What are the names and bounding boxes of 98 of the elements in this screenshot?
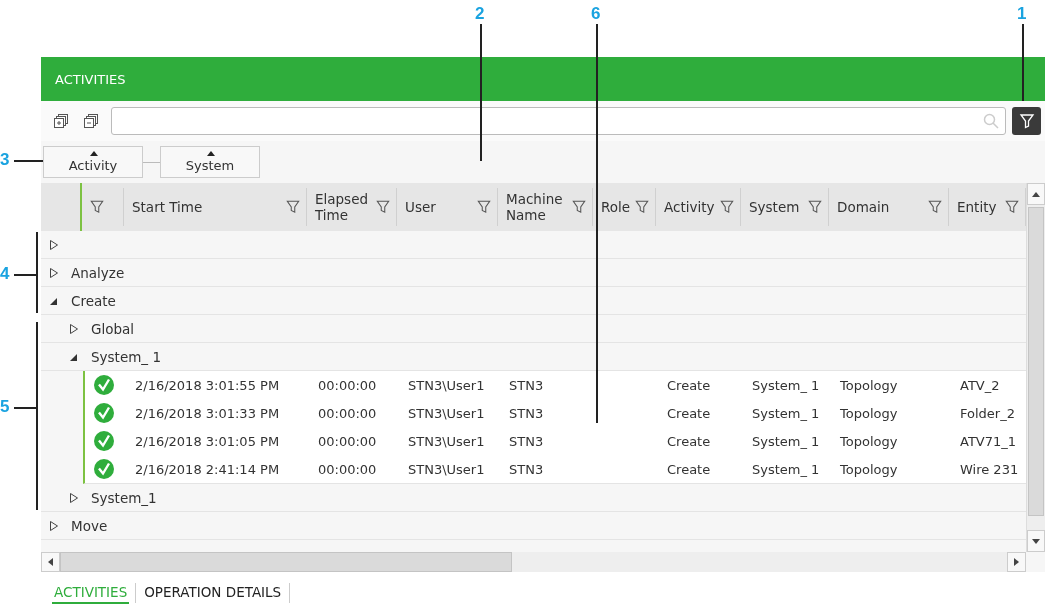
table-cell: Folder_2: [960, 405, 1015, 421]
table-cell: Create: [667, 377, 711, 393]
leader-line: [14, 160, 43, 162]
table-cell: ATV_2: [960, 377, 1000, 393]
table-cell: Topology: [840, 433, 898, 449]
down-triangle-icon: [1032, 538, 1040, 544]
filter-icon[interactable]: [286, 200, 300, 214]
filter-icon[interactable]: [928, 200, 942, 214]
filter-icon[interactable]: [808, 200, 822, 214]
group-label: System_ 1: [91, 348, 161, 365]
table-cell: 2/16/2018 3:01:55 PM: [135, 377, 280, 393]
filter-icon: [1018, 113, 1035, 129]
callout-number: 2: [475, 4, 485, 24]
record-row[interactable]: 2/16/2018 3:01:55 PM 00:00:00 STN3\User1 STN3 Create System_ 1 Topology ATV_2: [42, 371, 1026, 399]
table-cell: 00:00:00: [318, 377, 377, 393]
filter-icon[interactable]: [90, 200, 104, 214]
group-row[interactable]: Move: [41, 512, 1026, 540]
column-header[interactable]: Domain: [829, 188, 949, 226]
collapse-all-icon[interactable]: [83, 113, 99, 129]
group-chip[interactable]: Activity: [43, 146, 143, 178]
filter-icon[interactable]: [376, 200, 390, 214]
collapsed-triangle-icon[interactable]: [49, 267, 59, 278]
collapsed-triangle-icon[interactable]: [49, 520, 59, 531]
column-header[interactable]: Elapsed Time: [307, 188, 397, 226]
scrollbar-thumb[interactable]: [1028, 207, 1044, 516]
table-cell: STN3: [509, 405, 544, 421]
group-row[interactable]: Analyze: [41, 259, 1026, 287]
expand-all-icon[interactable]: [53, 113, 69, 129]
table-cell: STN3\User1: [408, 461, 485, 477]
column-header[interactable]: User: [397, 188, 498, 226]
group-label: System_1: [91, 489, 157, 506]
table-cell: 2/16/2018 3:01:05 PM: [135, 433, 280, 449]
scroll-left-button[interactable]: [41, 552, 60, 572]
left-triangle-icon: [48, 558, 53, 566]
tab[interactable]: OPERATION DETAILS: [142, 581, 284, 604]
filter-icon[interactable]: [635, 200, 649, 214]
filter-icon[interactable]: [572, 200, 586, 214]
table-cell: STN3\User1: [408, 405, 485, 421]
table-cell: ATV71_1: [960, 433, 1017, 449]
table-cell: 00:00:00: [318, 405, 377, 421]
vertical-scrollbar[interactable]: [1026, 183, 1045, 552]
callout-number: 1: [1017, 4, 1027, 24]
column-header[interactable]: Machine Name: [498, 188, 593, 226]
table-cell: Topology: [840, 377, 898, 393]
group-chip[interactable]: System: [160, 146, 260, 178]
callout-number: 4: [0, 264, 10, 284]
filter-icon[interactable]: [1005, 200, 1019, 214]
scroll-right-button[interactable]: [1007, 552, 1026, 572]
collapsed-triangle-icon[interactable]: [49, 239, 59, 250]
table-cell: 00:00:00: [318, 461, 377, 477]
table-cell: Create: [667, 405, 711, 421]
group-label: Global: [91, 320, 135, 337]
scroll-down-button[interactable]: [1027, 530, 1045, 552]
search-icon: [983, 113, 999, 129]
table-cell: Wire 231: [960, 461, 1019, 477]
filter-icon[interactable]: [477, 200, 491, 214]
search-field[interactable]: [111, 107, 1006, 135]
table-cell: STN3: [509, 461, 544, 477]
record-row[interactable]: 2/16/2018 3:01:33 PM 00:00:00 STN3\User1 STN3 Create System_ 1 Topology Folder_2: [42, 399, 1026, 427]
collapsed-triangle-icon[interactable]: [69, 492, 79, 503]
filter-icon[interactable]: [720, 200, 734, 214]
table-cell: Topology: [840, 461, 898, 477]
scrollbar-thumb[interactable]: [60, 552, 512, 572]
scroll-up-button[interactable]: [1027, 183, 1045, 205]
group-label: Analyze: [71, 264, 125, 281]
table-cell: STN3: [509, 377, 544, 393]
callout-number: 3: [0, 150, 10, 170]
filter-button[interactable]: [1012, 107, 1041, 135]
table-cell: 2/16/2018 2:41:14 PM: [135, 461, 280, 477]
group-label: Move: [71, 517, 108, 534]
table-cell: System_ 1: [752, 461, 820, 477]
column-header[interactable]: Start Time: [124, 188, 307, 226]
table-cell: STN3: [509, 433, 544, 449]
group-label: Create: [71, 292, 116, 309]
table-cell: STN3\User1: [408, 433, 485, 449]
table-cell: 2/16/2018 3:01:33 PM: [135, 405, 280, 421]
column-header[interactable]: Activity: [656, 188, 741, 226]
table-cell: Create: [667, 461, 711, 477]
callout-number: 6: [591, 4, 601, 24]
group-row[interactable]: System_1: [41, 484, 1026, 512]
right-triangle-icon: [1014, 558, 1019, 566]
record-row[interactable]: 2/16/2018 3:01:05 PM 00:00:00 STN3\User1 STN3 Create System_ 1 Topology ATV71_1: [42, 427, 1026, 455]
group-row[interactable]: Global: [41, 315, 1026, 343]
group-row[interactable]: Create: [41, 287, 1026, 315]
table-cell: System_ 1: [752, 405, 820, 421]
table-cell: STN3\User1: [408, 377, 485, 393]
table-cell: System_ 1: [752, 377, 820, 393]
table-cell: System_ 1: [752, 433, 820, 449]
horizontal-scrollbar[interactable]: [41, 552, 1026, 572]
table-cell: 00:00:00: [318, 433, 377, 449]
table-cell: Topology: [840, 405, 898, 421]
column-header[interactable]: System: [741, 188, 829, 226]
record-row[interactable]: 2/16/2018 2:41:14 PM 00:00:00 STN3\User1 STN3 Create System_ 1 Topology Wire 231: [42, 455, 1026, 483]
up-triangle-icon: [1032, 191, 1040, 197]
collapsed-triangle-icon[interactable]: [69, 323, 79, 334]
table-cell: Create: [667, 433, 711, 449]
panel-title: ACTIVITIES: [55, 71, 126, 87]
callout-number: 5: [0, 397, 10, 417]
